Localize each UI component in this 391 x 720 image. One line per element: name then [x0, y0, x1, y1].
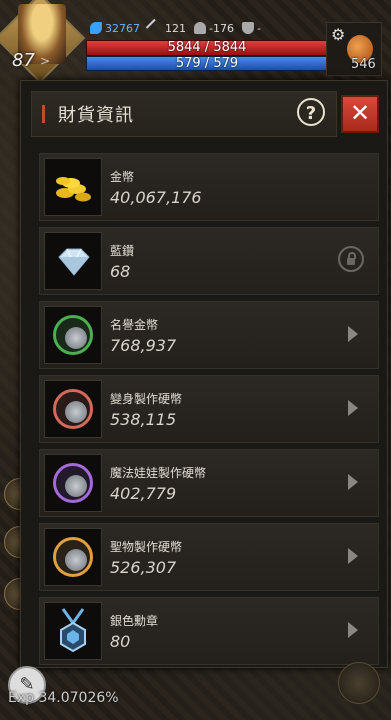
defense-stat: -176 [194, 22, 234, 35]
currency-row-transform-coin[interactable]: 變身製作硬幣 538,115 [39, 375, 379, 443]
magic-doll-coin-icon [44, 454, 102, 512]
coin-ring [53, 389, 93, 429]
mp-text: 579 / 579 [175, 56, 239, 71]
currency-name: 魔法娃娃製作硬幣 [110, 466, 207, 480]
silver-medal-icon [44, 602, 102, 660]
mp-bar: 579 / 579 [86, 56, 328, 71]
currency-amount: 402,779 [110, 484, 177, 503]
player-hud: 87 > 32767 121 -176 - 5844 / 5844 579 / … [0, 0, 391, 84]
player-level: 87 [12, 50, 35, 71]
currency-name: 名譽金幣 [110, 318, 159, 332]
gold-coins-icon [44, 158, 102, 216]
currency-row-diamond: 藍鑽 68 [39, 227, 379, 295]
stats-row: 32767 121 -176 - [90, 18, 261, 38]
chevron-right-icon[interactable] [348, 622, 358, 638]
title-accent-bar [42, 105, 45, 123]
currency-row-silver-medal[interactable]: 銀色勳章 80 [39, 597, 379, 665]
currency-amount: 40,067,176 [110, 188, 202, 207]
currency-name: 銀色勳章 [110, 614, 159, 628]
currency-amount: 68 [110, 262, 131, 281]
chevron-right-icon[interactable] [348, 326, 358, 342]
close-button[interactable]: ✕ [341, 95, 379, 133]
relic-coin-icon [44, 528, 102, 586]
attack-stat: 121 [145, 18, 186, 38]
potion-slot[interactable]: ⚙ 546 [326, 22, 382, 76]
currency-name: 金幣 [110, 170, 135, 184]
menu-orb-button[interactable] [338, 662, 380, 704]
help-button[interactable]: ? [297, 98, 325, 126]
honor-coin-icon [44, 306, 102, 364]
currency-name: 藍鑽 [110, 244, 135, 258]
hp-text: 5844 / 5844 [167, 40, 247, 55]
sword-icon [145, 18, 165, 38]
currency-amount: 80 [110, 632, 131, 651]
blue-diamond-icon [44, 232, 102, 290]
transform-coin-icon [44, 380, 102, 438]
currency-amount: 538,115 [110, 410, 177, 429]
chevron-right-icon[interactable] [348, 548, 358, 564]
currency-row-magic-doll-coin[interactable]: 魔法娃娃製作硬幣 402,779 [39, 449, 379, 517]
currency-row-relic-coin[interactable]: 聖物製作硬幣 526,307 [39, 523, 379, 591]
trophy-value: - [256, 22, 261, 35]
currency-amount: 526,307 [110, 558, 177, 577]
gear-icon[interactable]: ⚙ [331, 25, 345, 44]
potion-count: 546 [351, 57, 376, 72]
currency-name: 聖物製作硬幣 [110, 540, 183, 554]
panel-title: 財貨資訊 [58, 105, 134, 126]
trophy-stat: - [241, 22, 261, 35]
lock-icon[interactable] [338, 246, 364, 272]
coin-ring [53, 315, 93, 355]
chevron-right-icon[interactable] [348, 400, 358, 416]
level-arrow-icon: > [40, 54, 51, 68]
currency-row-honor-coin[interactable]: 名譽金幣 768,937 [39, 301, 379, 369]
coin-ring [53, 537, 93, 577]
coin-ring [53, 463, 93, 503]
gem-stat: 32767 [90, 22, 140, 35]
panel-header: 財貨資訊 ? [31, 91, 337, 137]
hp-bar: 5844 / 5844 [86, 40, 328, 56]
currency-list[interactable]: 金幣 40,067,176 藍鑽 68 名譽金幣 768,937 變身製作硬幣 … [21, 145, 387, 665]
currency-row-gold: 金幣 40,067,176 [39, 153, 379, 221]
exp-text: Exp 34.07026% [8, 690, 119, 706]
gem-icon [90, 22, 102, 34]
currency-info-panel: 財貨資訊 ? ✕ 金幣 40,067,176 藍鑽 68 名譽金幣 768,93… [20, 80, 388, 668]
currency-amount: 768,937 [110, 336, 177, 355]
helmet-icon [194, 22, 206, 34]
gem-value: 32767 [105, 22, 140, 35]
defense-value: -176 [209, 22, 234, 35]
attack-value: 121 [165, 22, 186, 35]
currency-name: 變身製作硬幣 [110, 392, 183, 406]
trophy-icon [241, 22, 254, 34]
chevron-right-icon[interactable] [348, 474, 358, 490]
